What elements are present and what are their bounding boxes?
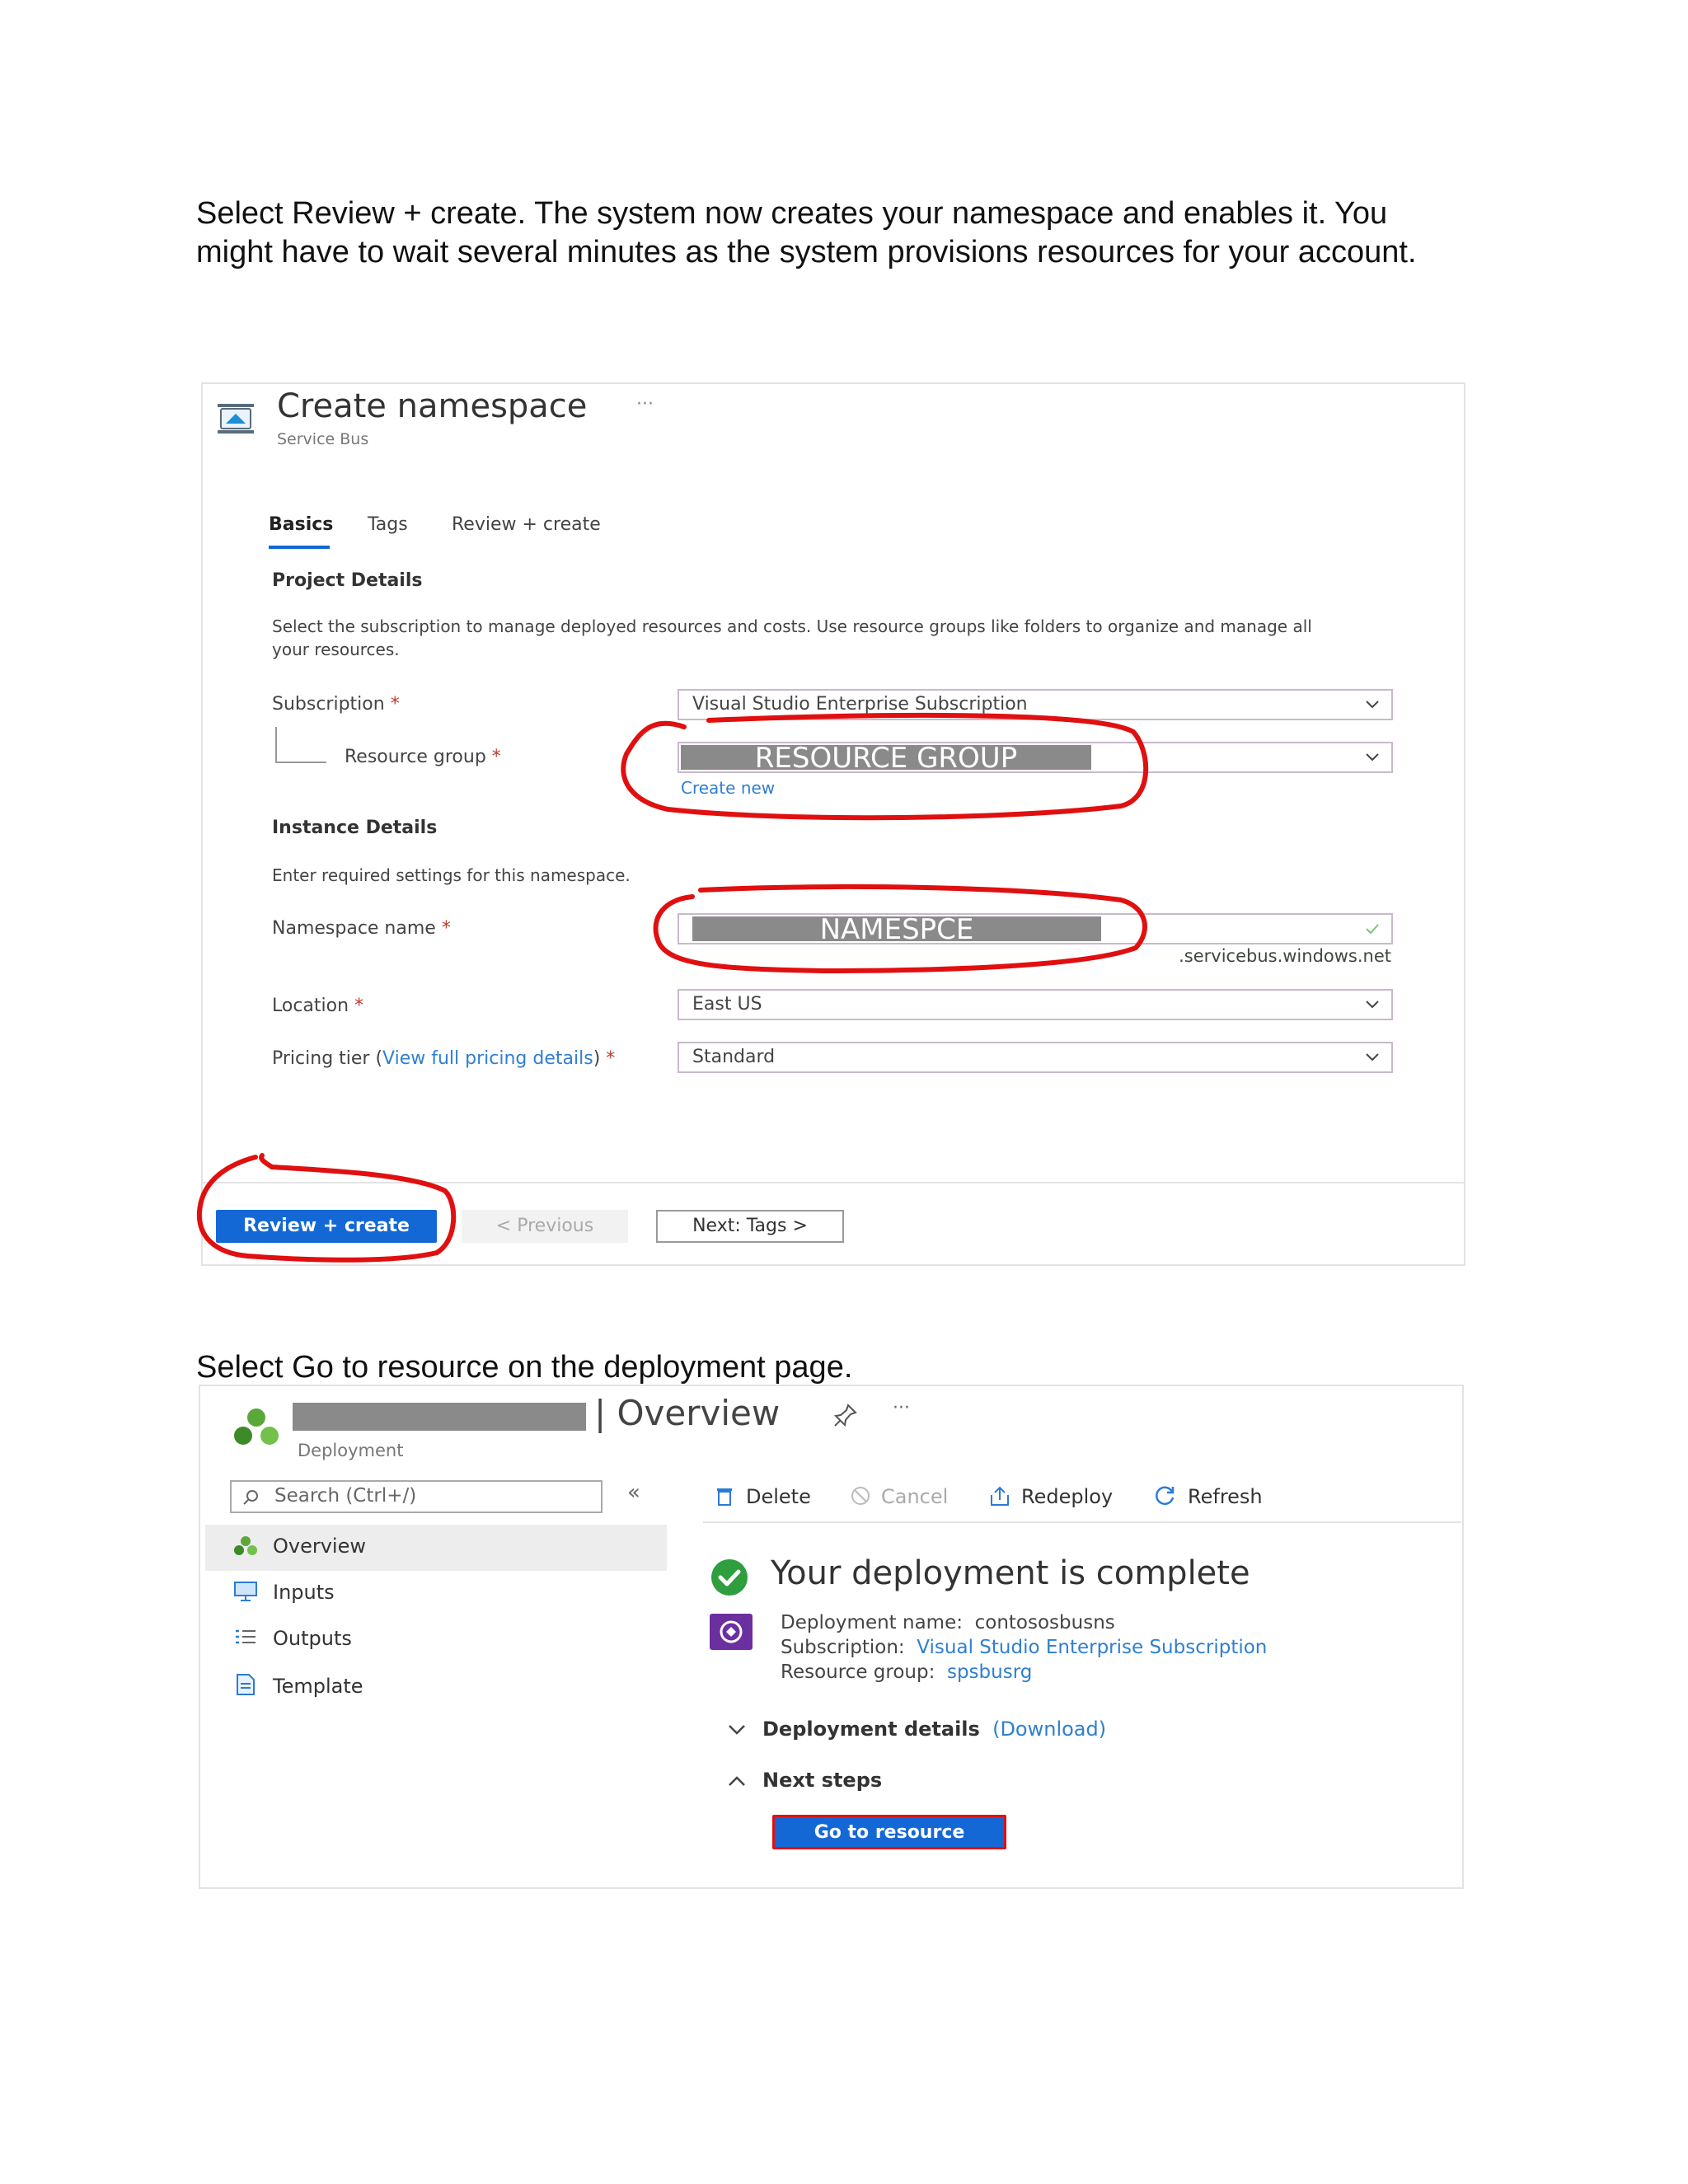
list-icon bbox=[236, 1629, 256, 1644]
search-placeholder: Search (Ctrl+/) bbox=[274, 1485, 417, 1507]
more-options-icon[interactable]: ··· bbox=[636, 394, 654, 415]
create-namespace-panel: Create namespace ··· Service Bus Basics … bbox=[201, 382, 1465, 1266]
page-subtitle: Service Bus bbox=[277, 430, 369, 448]
create-new-link[interactable]: Create new bbox=[681, 778, 775, 798]
review-create-button[interactable]: Review + create bbox=[216, 1210, 437, 1243]
subscription-row: Subscription: Visual Studio Enterprise S… bbox=[781, 1637, 1268, 1658]
deployment-overview-panel: | Overview ··· Deployment Search (Ctrl+/… bbox=[199, 1385, 1464, 1889]
page-subtitle: Deployment bbox=[298, 1441, 404, 1460]
tree-connector-horizontal bbox=[275, 762, 326, 763]
deployment-icon bbox=[234, 1536, 257, 1555]
subscription-link[interactable]: Visual Studio Enterprise Subscription bbox=[917, 1637, 1267, 1658]
next-tags-button[interactable]: Next: Tags > bbox=[656, 1210, 844, 1243]
service-bus-resource-icon bbox=[710, 1614, 753, 1650]
resource-group-label: Resource group * bbox=[345, 747, 501, 767]
deployment-details-toggle[interactable]: Deployment details (Download) bbox=[728, 1718, 1106, 1741]
refresh-button[interactable]: Refresh bbox=[1155, 1485, 1263, 1508]
subscription-select[interactable]: Visual Studio Enterprise Subscription bbox=[678, 689, 1393, 720]
toolbar-divider bbox=[703, 1521, 1461, 1523]
project-details-heading: Project Details bbox=[272, 570, 423, 591]
tree-connector bbox=[275, 727, 277, 763]
cancel-icon bbox=[851, 1487, 870, 1505]
namespace-name-label: Namespace name * bbox=[272, 918, 451, 939]
instruction-step-1: Select Review + create. The system now c… bbox=[196, 196, 1417, 269]
chevron-down-icon bbox=[1366, 701, 1379, 709]
namespace-suffix: .servicebus.windows.net bbox=[1179, 946, 1391, 966]
chevron-down-icon bbox=[1366, 1001, 1379, 1009]
location-select[interactable]: East US bbox=[678, 989, 1393, 1020]
deployment-name-row: Deployment name: contososbusns bbox=[781, 1612, 1115, 1633]
instruction-step-2: Select Go to resource on the deployment … bbox=[196, 1350, 853, 1385]
deployment-name-redaction bbox=[293, 1403, 586, 1431]
pin-icon[interactable] bbox=[833, 1403, 858, 1427]
page-title: | Overview bbox=[594, 1393, 781, 1433]
delete-button[interactable]: Delete bbox=[715, 1485, 811, 1508]
chevron-down-icon bbox=[1366, 1053, 1379, 1062]
previous-button[interactable]: < Previous bbox=[462, 1210, 628, 1243]
sidebar-item-overview[interactable]: Overview bbox=[233, 1535, 366, 1558]
resource-group-row: Resource group: spsbusrg bbox=[781, 1661, 1033, 1683]
sidebar-item-template[interactable]: Template bbox=[233, 1673, 363, 1698]
redeploy-button[interactable]: Redeploy bbox=[988, 1485, 1113, 1508]
chevron-up-icon bbox=[729, 1776, 745, 1786]
more-options-icon[interactable]: ··· bbox=[893, 1398, 910, 1418]
namespace-redaction: NAMESPCE bbox=[692, 913, 1101, 946]
upload-icon bbox=[991, 1486, 1009, 1506]
instance-details-description: Enter required settings for this namespa… bbox=[272, 865, 631, 885]
sidebar-item-outputs[interactable]: Outputs bbox=[233, 1627, 352, 1650]
tab-basics[interactable]: Basics bbox=[269, 514, 333, 535]
resource-group-link[interactable]: spsbusrg bbox=[947, 1661, 1032, 1683]
checkmark-icon bbox=[1366, 924, 1379, 935]
go-to-resource-button[interactable]: Go to resource bbox=[772, 1815, 1006, 1849]
pricing-tier-select[interactable]: Standard bbox=[678, 1042, 1393, 1073]
search-input[interactable]: Search (Ctrl+/) bbox=[230, 1480, 603, 1513]
subscription-label: Subscription * bbox=[272, 694, 400, 715]
chevron-down-icon bbox=[1366, 753, 1379, 762]
refresh-icon bbox=[1156, 1486, 1175, 1506]
project-details-description: Select the subscription to manage deploy… bbox=[272, 616, 1312, 659]
service-bus-icon bbox=[218, 404, 254, 434]
instance-details-heading: Instance Details bbox=[272, 818, 438, 838]
deployment-status: Your deployment is complete bbox=[771, 1554, 1250, 1592]
next-steps-toggle[interactable]: Next steps bbox=[728, 1769, 882, 1792]
sidebar-item-inputs[interactable]: Inputs bbox=[233, 1581, 335, 1604]
footer-divider bbox=[203, 1182, 1464, 1183]
tab-tags[interactable]: Tags bbox=[368, 514, 408, 535]
check-circle-icon bbox=[711, 1559, 748, 1596]
active-tab-indicator bbox=[269, 546, 330, 549]
document-icon bbox=[237, 1674, 255, 1695]
pricing-tier-label: Pricing tier (View full pricing details)… bbox=[272, 1048, 616, 1069]
cancel-button[interactable]: Cancel bbox=[850, 1485, 948, 1508]
tab-review-create[interactable]: Review + create bbox=[452, 514, 601, 535]
search-icon bbox=[243, 1490, 258, 1505]
resource-group-redaction: RESOURCE GROUP bbox=[681, 742, 1091, 775]
collapse-sidebar-icon[interactable]: « bbox=[627, 1480, 640, 1505]
pricing-details-link[interactable]: View full pricing details bbox=[382, 1048, 593, 1069]
page-title: Create namespace bbox=[277, 387, 588, 425]
chevron-down-icon bbox=[729, 1725, 745, 1735]
trash-icon bbox=[717, 1488, 732, 1506]
deployment-icon bbox=[234, 1408, 279, 1445]
monitor-icon bbox=[234, 1582, 257, 1601]
download-link[interactable]: (Download) bbox=[992, 1718, 1106, 1741]
location-label: Location * bbox=[272, 996, 364, 1016]
